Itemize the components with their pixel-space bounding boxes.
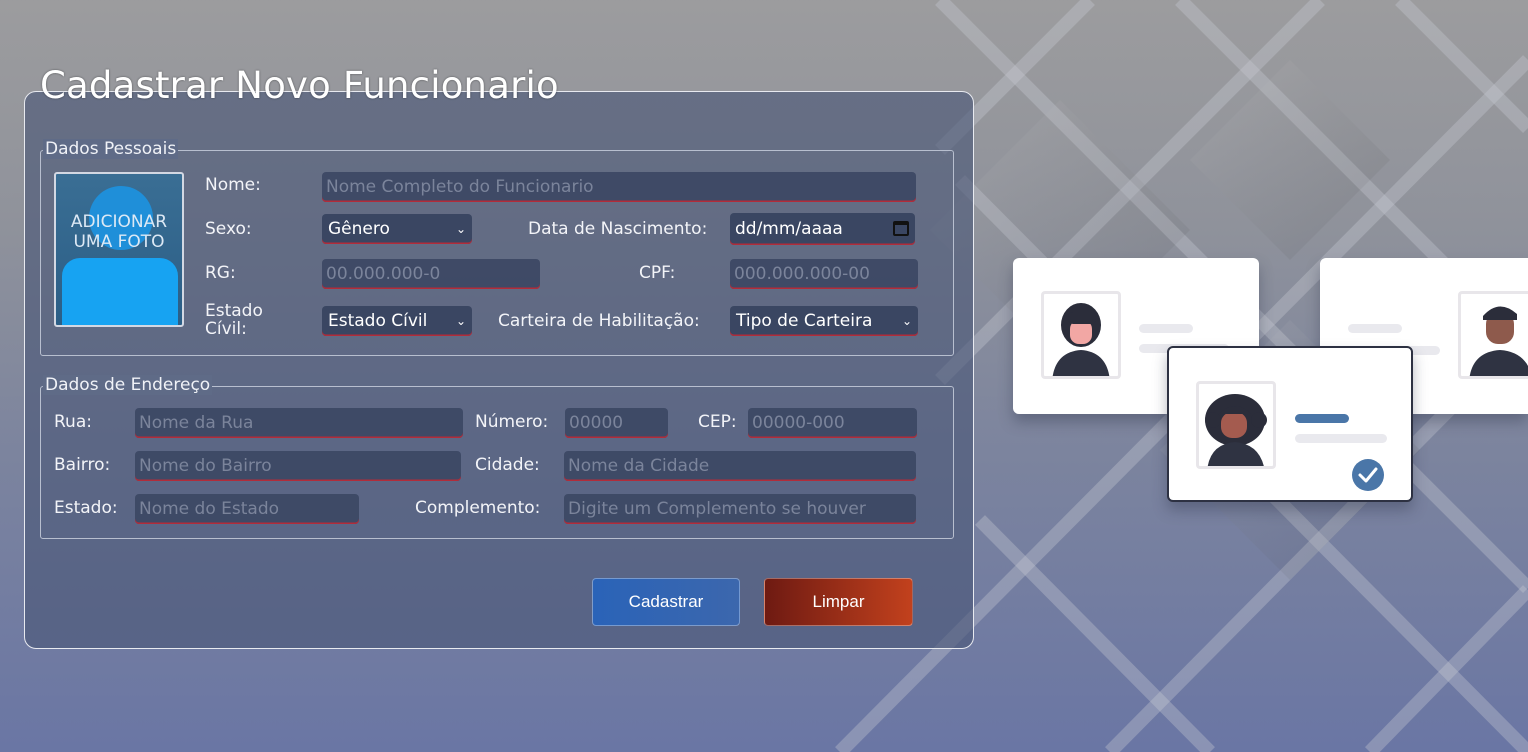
cep-label: CEP: bbox=[698, 412, 737, 432]
person-avatar-icon bbox=[1196, 381, 1276, 469]
card-highlight-line bbox=[1295, 414, 1349, 423]
card-line bbox=[1348, 324, 1402, 333]
person-avatar-icon bbox=[1041, 291, 1121, 379]
nascimento-date-input[interactable]: dd/mm/aaaa bbox=[730, 213, 915, 245]
numero-input[interactable]: 00000 bbox=[565, 408, 668, 438]
chevron-down-icon: ⌄ bbox=[455, 314, 466, 328]
nome-label: Nome: bbox=[205, 175, 261, 195]
personal-data-legend: Dados Pessoais bbox=[43, 139, 179, 159]
check-icon bbox=[1352, 459, 1384, 491]
habilitacao-label: Carteira de Habilitação: bbox=[498, 311, 700, 331]
rg-label: RG: bbox=[205, 263, 236, 283]
add-photo-label: Adicionar uma foto bbox=[70, 212, 168, 252]
cep-input[interactable]: 00000-000 bbox=[748, 408, 917, 438]
estado-civil-label: Estado Cívil: bbox=[205, 301, 263, 339]
calendar-icon[interactable] bbox=[893, 221, 909, 236]
chevron-down-icon: ⌄ bbox=[455, 222, 466, 236]
cidade-label: Cidade: bbox=[475, 455, 540, 475]
cadastrar-button[interactable]: Cadastrar bbox=[592, 578, 740, 626]
card-line bbox=[1139, 324, 1193, 333]
limpar-button[interactable]: Limpar bbox=[764, 578, 913, 626]
rg-input[interactable]: 00.000.000-0 bbox=[322, 259, 540, 289]
nome-input[interactable]: Nome Completo do Funcionario bbox=[322, 172, 916, 202]
estado-civil-select[interactable]: Estado Cívil ⌄ bbox=[322, 306, 472, 336]
estado-label: Estado: bbox=[54, 498, 118, 518]
chevron-down-icon: ⌄ bbox=[901, 314, 912, 328]
complemento-label: Complemento: bbox=[415, 498, 541, 518]
person-avatar-icon bbox=[1458, 291, 1528, 379]
id-card-verified bbox=[1167, 346, 1413, 502]
sexo-label: Sexo: bbox=[205, 219, 252, 239]
avatar-body-icon bbox=[62, 258, 178, 325]
add-photo-button[interactable]: Adicionar uma foto bbox=[54, 172, 184, 327]
nascimento-label: Data de Nascimento: bbox=[528, 219, 708, 239]
bairro-label: Bairro: bbox=[54, 455, 111, 475]
rua-label: Rua: bbox=[54, 412, 92, 432]
card-line bbox=[1295, 434, 1387, 443]
cpf-label: CPF: bbox=[639, 263, 676, 283]
rua-input[interactable]: Nome da Rua bbox=[135, 408, 463, 438]
numero-label: Número: bbox=[475, 412, 549, 432]
cidade-input[interactable]: Nome da Cidade bbox=[564, 451, 916, 481]
complemento-input[interactable]: Digite um Complemento se houver bbox=[564, 494, 916, 524]
bairro-input[interactable]: Nome do Bairro bbox=[135, 451, 461, 481]
sexo-select[interactable]: Gênero ⌄ bbox=[322, 214, 472, 244]
estado-input[interactable]: Nome do Estado bbox=[135, 494, 359, 524]
habilitacao-select[interactable]: Tipo de Carteira ⌄ bbox=[730, 306, 918, 336]
page-title: Cadastrar Novo Funcionario bbox=[40, 64, 559, 107]
cpf-input[interactable]: 000.000.000-00 bbox=[730, 259, 918, 289]
address-legend: Dados de Endereço bbox=[43, 375, 213, 395]
